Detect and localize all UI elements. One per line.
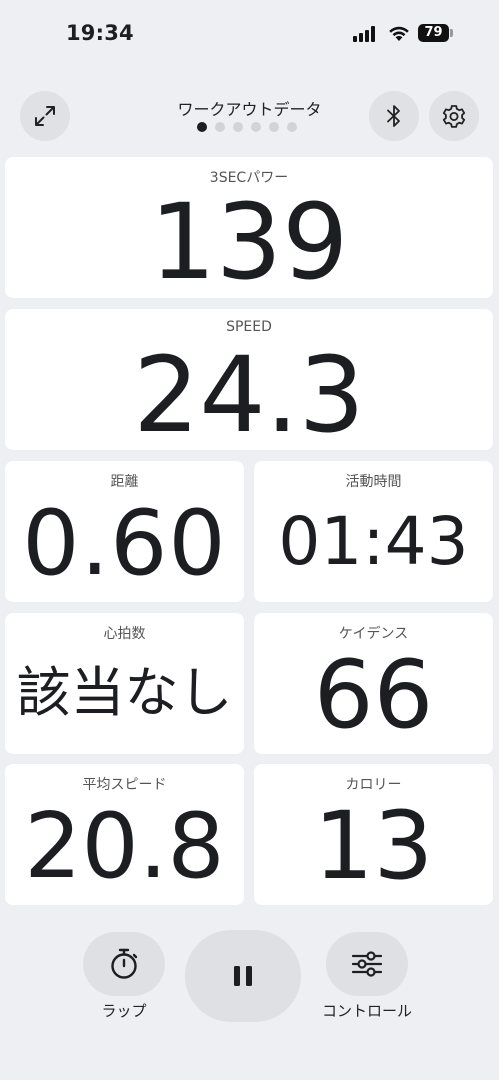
tile-value: 該当なし [16,661,233,724]
tile-label: 心拍数 [103,626,146,642]
page-indicator[interactable] [197,122,297,132]
control-button[interactable] [326,932,408,996]
tile-active-time: 活動時間 01:43 [254,461,493,602]
page-dot[interactable] [287,122,297,132]
tile-value: 20.8 [24,794,225,899]
expand-icon [35,106,55,126]
tile-value: 01:43 [278,503,469,580]
tile-cadence: ケイデンス 66 [254,613,493,754]
page-dot[interactable] [197,122,207,132]
tile-label: カロリー [345,777,402,793]
page-dot[interactable] [215,122,225,132]
tile-value: 24.3 [133,334,365,456]
tile-3sec-power: 3SECパワー 139 [5,157,493,298]
pause-button[interactable] [185,930,301,1022]
pause-icon [234,966,252,986]
expand-button[interactable] [20,91,70,141]
tile-speed: SPEED 24.3 [5,309,493,450]
tile-heart-rate: 心拍数 該当なし [5,613,244,754]
cellular-signal-icon [353,26,379,42]
settings-button[interactable] [429,91,479,141]
page-dot[interactable] [251,122,261,132]
page-title: ワークアウトデータ [177,100,322,119]
tile-calories: カロリー 13 [254,764,493,905]
status-time: 19:34 [66,21,134,45]
wifi-icon [389,26,409,41]
tile-label: SPEED [226,319,272,335]
battery-indicator: 79 [418,24,449,42]
tile-label: ケイデンス [338,626,409,642]
tile-value: 13 [313,792,434,901]
tile-label: 距離 [110,474,139,490]
bluetooth-button[interactable] [369,91,419,141]
status-bar: 19:34 79 [0,0,499,70]
control-label[interactable]: コントロール [312,1000,422,1021]
lap-button[interactable] [83,932,165,996]
tile-value: 66 [313,641,434,750]
bluetooth-icon [387,105,400,127]
gear-icon [442,105,466,128]
tile-value: 139 [149,181,349,303]
page-dot[interactable] [269,122,279,132]
sliders-icon [351,951,383,977]
tile-distance: 距離 0.60 [5,461,244,602]
tile-average-speed: 平均スピード 20.8 [5,764,244,905]
tile-label: 活動時間 [345,474,402,490]
battery-tip [450,29,453,37]
tile-value: 0.60 [22,491,227,596]
page-dot[interactable] [233,122,243,132]
stopwatch-icon [111,948,138,979]
tile-label: 平均スピード [82,777,167,793]
lap-label[interactable]: ラップ [83,1000,165,1021]
